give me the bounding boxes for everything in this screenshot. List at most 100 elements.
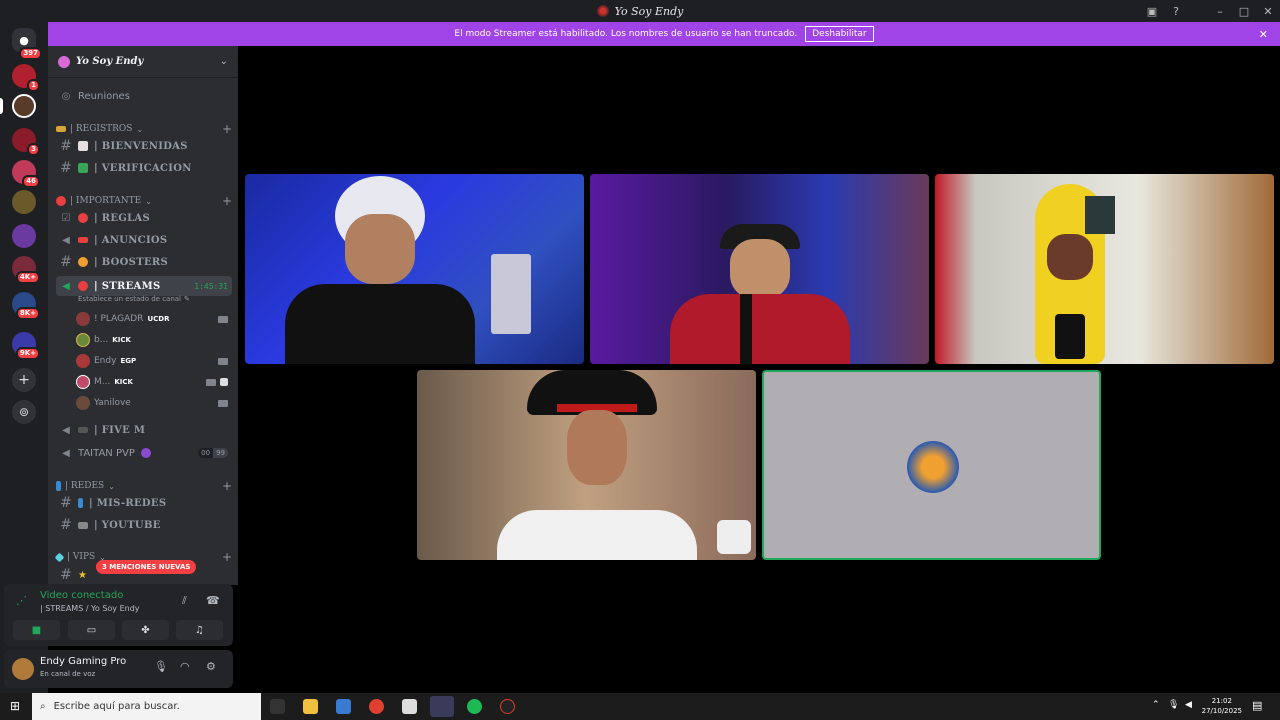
more-options-icon[interactable] — [717, 520, 751, 554]
video-tile-2[interactable] — [590, 174, 929, 364]
channel-fivem[interactable]: ◀ | FIVE M — [56, 420, 232, 440]
activities-button[interactable]: ✤ — [122, 620, 169, 640]
file-explorer-icon[interactable] — [303, 699, 318, 714]
home-button[interactable]: ● 397 — [12, 28, 42, 60]
server-icon-9[interactable]: 9K+ — [12, 332, 40, 360]
noise-suppression-icon[interactable]: ⫽ — [182, 594, 187, 608]
video-tile-3[interactable] — [935, 174, 1274, 364]
screen-share-icon: ▭ — [86, 624, 97, 636]
new-mentions-pill[interactable]: 3 MENCIONES NUEVAS — [96, 560, 197, 574]
video-tile-1[interactable] — [245, 174, 584, 364]
checkmark-icon — [78, 163, 88, 173]
channel-label: | BOOSTERS — [94, 256, 168, 268]
voice-user-3[interactable]: Endy EGP — [76, 351, 228, 371]
taskbar-clock[interactable]: 21:02 27/10/2025 — [1202, 696, 1242, 716]
server-icon-1[interactable]: 1 — [12, 64, 40, 92]
add-channel-icon[interactable]: + — [222, 194, 232, 208]
channel-label: | BIENVENIDAS — [94, 140, 188, 152]
envelope-icon — [78, 141, 88, 151]
soundboard-button[interactable]: ♫ — [176, 620, 223, 640]
obs-icon[interactable] — [500, 699, 515, 714]
add-channel-icon[interactable]: + — [222, 122, 232, 136]
server-icon-4[interactable]: 46 — [12, 160, 40, 188]
channel-streams[interactable]: ◀ | STREAMS 1:45:31 — [56, 276, 232, 296]
chevron-icon: ⌄ — [145, 196, 152, 206]
server-icon-5[interactable] — [12, 190, 36, 214]
star-icon: ★ — [78, 569, 87, 581]
roblox-icon[interactable] — [402, 699, 417, 714]
discord-taskbar-icon[interactable] — [430, 696, 454, 717]
user-name[interactable]: Endy Gaming Pro — [40, 656, 126, 667]
close-banner-icon[interactable]: ✕ — [1259, 28, 1268, 41]
channel-status-prompt[interactable]: Establece un estado de canal ✎ — [78, 295, 190, 303]
channel-verificacion[interactable]: # | VERIFICACION — [56, 158, 232, 178]
avatar[interactable] — [12, 658, 34, 680]
air-unit — [491, 254, 531, 334]
server-icon-3[interactable]: 3 — [12, 128, 40, 156]
category-redes[interactable]: | REDES ⌄ + — [56, 479, 232, 493]
add-channel-icon[interactable]: + — [222, 479, 232, 493]
tray-mic-icon[interactable]: 🎙 — [1168, 700, 1179, 710]
voice-channel-path[interactable]: | STREAMS / Yo Soy Endy — [40, 604, 140, 613]
compass-icon: ⊚ — [18, 405, 30, 419]
channel-reuniones[interactable]: ◎ Reuniones — [56, 86, 232, 106]
hash-icon: # — [60, 138, 72, 154]
microphone-icon[interactable]: 🎙 — [154, 660, 168, 673]
voice-user-4[interactable]: M... KICK — [76, 372, 228, 392]
tray-chevron-icon[interactable]: ⌃ — [1152, 700, 1160, 710]
hash-icon: # — [60, 495, 72, 511]
video-tile-4[interactable] — [417, 370, 756, 560]
server-icon-7[interactable]: 4K+ — [12, 256, 40, 284]
windows-start-icon[interactable]: ⊞ — [10, 699, 20, 713]
minimize-button[interactable]: – — [1208, 5, 1232, 18]
video-tile-5-speaking[interactable] — [762, 370, 1101, 560]
voice-user-1[interactable]: ! PLAGADR UCDR — [76, 309, 228, 329]
headphones-icon[interactable]: ◠ — [180, 660, 190, 673]
server-icon-8[interactable]: 8K+ — [12, 292, 40, 320]
category-importante[interactable]: | IMPORTANTE ⌄ + — [56, 194, 232, 208]
store-icon[interactable] — [336, 699, 351, 714]
disable-streamer-button[interactable]: Deshabilitar — [805, 26, 874, 42]
camera-button[interactable]: ■ — [13, 620, 60, 640]
channel-anuncios[interactable]: ◀ | ANUNCIOS — [56, 230, 232, 250]
phone-icon — [78, 498, 83, 508]
speaker-icon: ◀ — [62, 280, 70, 292]
channel-reglas[interactable]: ☑ | REGLAS — [56, 208, 232, 228]
channel-boosters[interactable]: # | BOOSTERS — [56, 252, 232, 272]
chevron-down-icon: ⌄ — [219, 56, 228, 67]
help-icon[interactable]: ? — [1164, 5, 1188, 18]
server-icon-2[interactable] — [12, 94, 36, 118]
guild-header[interactable]: Yo Soy Endy ⌄ — [48, 46, 238, 78]
add-channel-icon[interactable]: + — [222, 550, 232, 564]
add-server-button[interactable]: + — [12, 368, 36, 392]
chrome-icon[interactable] — [369, 699, 384, 714]
screen-share-button[interactable]: ▭ — [68, 620, 115, 640]
hash-icon: # — [60, 517, 72, 533]
eggplant-icon — [140, 448, 151, 458]
explore-button[interactable]: ⊚ — [12, 400, 36, 424]
task-view-icon[interactable] — [270, 699, 285, 714]
notification-center-icon[interactable]: ▤ — [1252, 699, 1262, 712]
signal-icon[interactable]: ⋰ — [16, 594, 27, 607]
inbox-icon[interactable]: ▣ — [1140, 5, 1164, 18]
tray-volume-icon[interactable]: ◀ — [1185, 700, 1192, 710]
close-window-button[interactable]: ✕ — [1256, 5, 1280, 18]
channel-misredes[interactable]: # | MIS-REDES — [56, 493, 232, 513]
category-registros[interactable]: | REGISTROS ⌄ + — [56, 122, 232, 136]
channel-bienvenidas[interactable]: # | BIENVENIDAS — [56, 136, 232, 156]
channel-taitan[interactable]: ◀ TAITAN PVP 00 99 — [56, 443, 232, 463]
server-icon-6[interactable] — [12, 224, 36, 248]
disconnect-icon[interactable]: ☎ — [206, 594, 220, 607]
megaphone-emoji-icon — [78, 237, 88, 243]
maximize-button[interactable]: □ — [1232, 5, 1256, 18]
avatar — [76, 375, 90, 389]
gear-icon[interactable]: ⚙ — [206, 660, 216, 673]
voice-status[interactable]: Video conectado — [40, 590, 123, 601]
avatar — [76, 312, 90, 326]
user-panel: Endy Gaming Pro En canal de voz 🎙 ◠ ⚙ — [4, 650, 233, 688]
spotify-icon[interactable] — [467, 699, 482, 714]
voice-user-2[interactable]: b... KICK — [76, 330, 228, 350]
taskbar-search[interactable]: ⌕ Escribe aquí para buscar. — [32, 693, 261, 720]
channel-youtube[interactable]: # | YOUTUBE — [56, 515, 232, 535]
voice-user-5[interactable]: Yanilove — [76, 393, 228, 413]
